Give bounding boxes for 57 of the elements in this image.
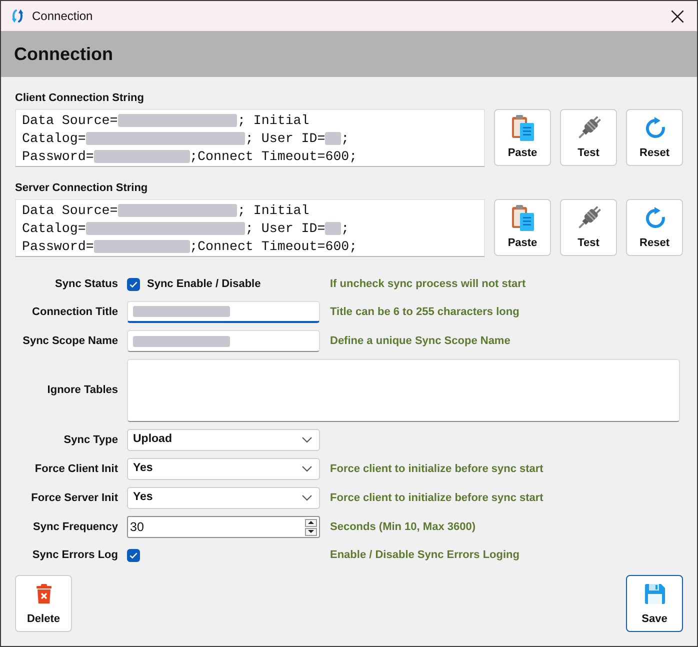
test-button[interactable]: Test <box>560 109 617 166</box>
down-triangle-icon <box>308 530 314 533</box>
field-label: Sync Errors Log <box>31 548 118 563</box>
window-title: Connection <box>32 8 93 25</box>
connection-string-field[interactable]: Data Source= ; Initial Catalog= ; User ID= ; Password= ;Connect Timeout=600; <box>15 109 485 167</box>
plug-icon <box>576 206 600 230</box>
chevron-down-icon <box>302 466 312 472</box>
delete-button[interactable]: Delete <box>15 575 72 632</box>
section-label: Server Connection String <box>15 180 148 196</box>
paste-button[interactable]: Paste <box>494 109 551 166</box>
field-label: Sync Type <box>62 432 118 448</box>
field-label: Force Server Init <box>30 490 118 506</box>
chevron-down-icon <box>302 437 312 443</box>
connection-string-field[interactable]: Data Source= ; Initial Catalog= ; User ID= ; Password= ;Connect Timeout=600; <box>15 199 485 257</box>
hint-text: Force client to initialize before sync start <box>329 490 544 506</box>
plug-icon <box>576 116 600 140</box>
reset-button[interactable]: Reset <box>626 199 683 256</box>
dropdown[interactable]: Yes <box>127 458 320 480</box>
hint-text: Enable / Disable Sync Errors Loging <box>329 548 520 563</box>
chevron-down-icon <box>302 495 312 501</box>
section-label: Client Connection String <box>15 90 144 106</box>
refresh-icon <box>644 117 666 139</box>
hint-text: Seconds (Min 10, Max 3600) <box>329 520 476 535</box>
hint-text: Title can be 6 to 255 characters long <box>329 304 520 320</box>
clipboard-icon <box>512 115 534 141</box>
field-label: Force Client Init <box>34 462 118 477</box>
dropdown[interactable]: Upload <box>127 429 320 451</box>
hint-text: Define a unique Sync Scope Name <box>329 334 512 349</box>
sync-icon <box>11 9 24 23</box>
increment-button[interactable] <box>305 518 317 526</box>
field-label: Sync Scope Name <box>22 334 118 349</box>
redaction-bar <box>325 132 342 145</box>
field-label: Connection Title <box>31 304 118 320</box>
field-label: Sync Frequency <box>32 520 118 535</box>
number-input[interactable]: 30 <box>127 516 320 538</box>
decrement-button[interactable] <box>305 528 317 536</box>
redaction-bar <box>325 222 342 235</box>
test-button[interactable]: Test <box>560 199 617 256</box>
save-button[interactable]: Save <box>626 575 683 632</box>
checkbox[interactable] <box>127 278 140 290</box>
paste-button[interactable]: Paste <box>494 199 551 256</box>
dropdown[interactable]: Yes <box>127 487 320 509</box>
trash-icon <box>36 584 52 604</box>
up-triangle-icon <box>308 521 314 524</box>
refresh-icon <box>644 207 666 229</box>
checkbox[interactable] <box>127 548 140 562</box>
clipboard-icon <box>512 205 534 231</box>
field-label: Sync Status <box>54 276 118 292</box>
close-icon <box>670 10 684 22</box>
text-input[interactable] <box>127 301 320 323</box>
hint-text: Force client to initialize before sync start <box>329 462 544 477</box>
reset-button[interactable]: Reset <box>626 109 683 166</box>
hint-text: If uncheck sync process will not start <box>329 276 527 292</box>
page-heading: Connection <box>14 42 113 66</box>
checkbox-label: Sync Enable / Disable <box>147 276 261 292</box>
field-label: Ignore Tables <box>46 383 118 398</box>
text-input[interactable] <box>127 330 320 352</box>
